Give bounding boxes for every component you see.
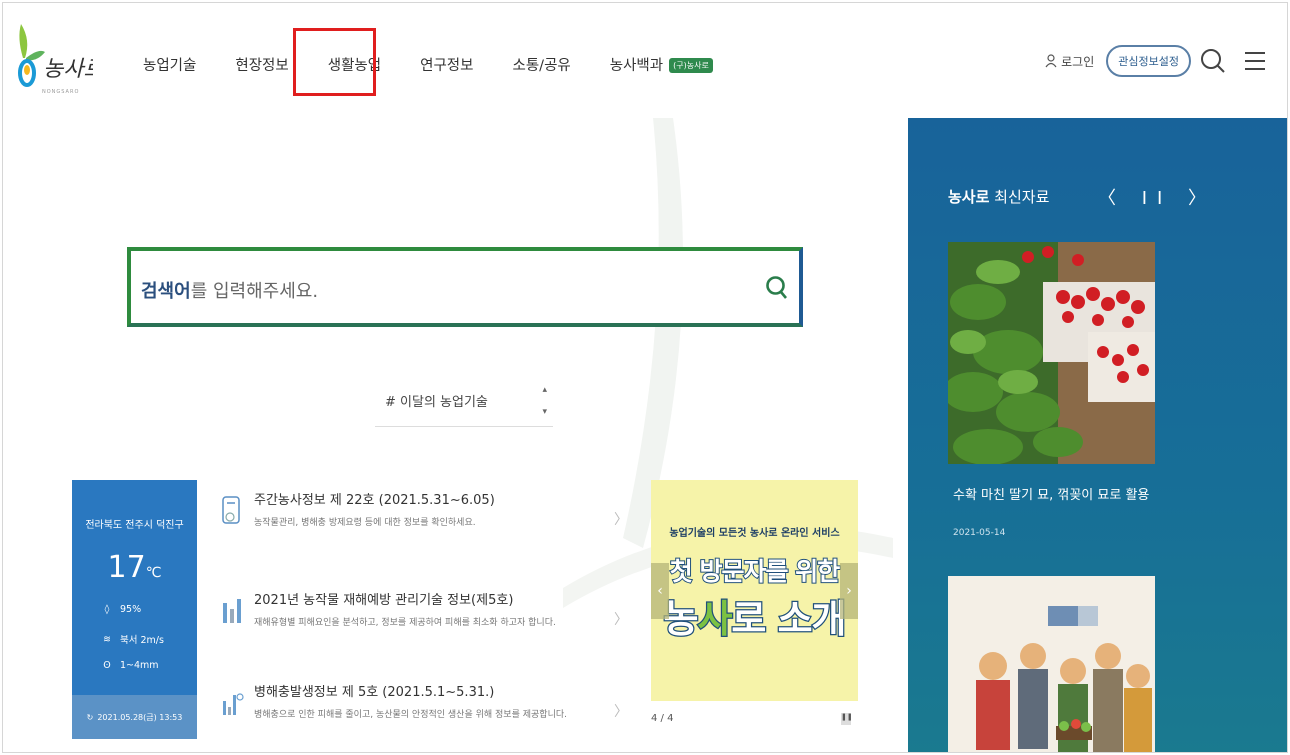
weather-rain: ʘ 1~4mm bbox=[100, 660, 159, 671]
news-desc: 농작물관리, 병해충 방제요령 등에 대한 정보를 확인하세요. bbox=[254, 518, 476, 528]
weather-datetime: 2021.05.28(금) 13:53 bbox=[97, 712, 183, 722]
nongsaro-logo[interactable]: 농사로 bbox=[13, 18, 93, 98]
weather-temperature: 17℃ bbox=[72, 550, 197, 585]
banner-subtitle: 농업기술의 모든것 농사로 온라인 서비스 bbox=[669, 528, 840, 539]
latest-data-title-rest: 최신자료 bbox=[989, 188, 1050, 206]
search-placeholder[interactable]: 검색어를 입력해주세요. bbox=[141, 277, 318, 303]
main-nav: 농업기술 현장정보 생활농업 연구정보 소통/공유 농사백과 (구)농사로 bbox=[143, 50, 713, 78]
news-title: 2021년 농작물 재해예방 관리기술 정보(제5호) bbox=[254, 593, 514, 608]
chevron-right-icon: 〉 bbox=[614, 704, 628, 720]
weekly-report-icon bbox=[222, 496, 240, 524]
banner-prev-button[interactable]: ‹ bbox=[651, 563, 669, 619]
banner-pause-button[interactable]: ❚❚ bbox=[841, 713, 853, 725]
refresh-icon[interactable]: ↻ bbox=[87, 713, 94, 722]
slider-controls[interactable]: 〈 II 〉 bbox=[1098, 184, 1216, 210]
select-arrows-icon[interactable]: ▴ ▾ bbox=[542, 385, 547, 418]
monthly-tech-select[interactable]: # 이달의 농업기술 ▴ ▾ bbox=[375, 381, 553, 427]
banner-next-button[interactable]: › bbox=[840, 563, 858, 619]
weather-datetime-bar: ↻ 2021.05.28(금) 13:53 bbox=[72, 695, 197, 739]
main-search-box[interactable]: 검색어를 입력해주세요. bbox=[127, 247, 803, 327]
banner-pager: 4 / 4 bbox=[651, 713, 674, 724]
monthly-tech-label: # 이달의 농업기술 bbox=[385, 395, 488, 410]
nav-item-field-info[interactable]: 현장정보 bbox=[235, 54, 288, 75]
rain-value: 1~4mm bbox=[120, 660, 159, 671]
wind-icon: ≋ bbox=[103, 633, 111, 645]
page-frame: 농사로 NONGSARO 농업기술 현장정보 생활농업 연구정보 소통/공유 농… bbox=[2, 2, 1288, 753]
svg-text:농사로: 농사로 bbox=[43, 57, 93, 82]
search-placeholder-rest: 를 입력해주세요. bbox=[190, 281, 319, 302]
latest-data-panel: 농사로 최신자료 〈 II 〉 수확 마친 딸기 묘, 꺾꽂이 묘로 활용 20… bbox=[908, 118, 1287, 753]
weather-widget: 전라북도 전주시 덕진구 17℃ ◊ 95% ≋ 북서 2m/s ʘ 1~4mm ↻ 2… bbox=[72, 480, 197, 739]
farmers-illustration[interactable] bbox=[948, 576, 1155, 753]
banner-headline-1: 첫 방문자를 위한 bbox=[669, 556, 841, 587]
news-title: 주간농사정보 제 22호 (2021.5.31~6.05) bbox=[254, 493, 495, 508]
highlight-box bbox=[293, 28, 376, 96]
temperature-unit: ℃ bbox=[145, 565, 162, 581]
nav-item-encyclopedia[interactable]: 농사백과 (구)농사로 bbox=[610, 54, 713, 75]
header-utilities: 로그인 관심정보설정 bbox=[1045, 39, 1287, 83]
chevron-right-icon: 〉 bbox=[614, 512, 628, 528]
search-placeholder-bold: 검색어 bbox=[141, 281, 191, 302]
news-desc: 재해유형별 피해요인을 분석하고, 정보를 제공하여 피해를 최소화 하고자 합… bbox=[254, 618, 556, 628]
interest-settings-button[interactable]: 관심정보설정 bbox=[1106, 45, 1191, 77]
list-item[interactable]: 2021년 농작물 재해예방 관리기술 정보(제5호) 재해유형별 피해요인을 … bbox=[218, 589, 628, 649]
login-label: 로그인 bbox=[1061, 54, 1095, 69]
login-link[interactable]: 로그인 bbox=[1045, 53, 1094, 70]
user-icon bbox=[1045, 54, 1057, 68]
nav-item-community[interactable]: 소통/공유 bbox=[513, 54, 571, 75]
latest-data-caption[interactable]: 수확 마친 딸기 묘, 꺾꽂이 묘로 활용 bbox=[953, 484, 1149, 503]
umbrella-icon: ʘ bbox=[103, 660, 111, 671]
list-item[interactable]: 병해충발생정보 제 5호 (2021.5.1~5.31.) 병해충으로 인한 피… bbox=[218, 681, 628, 741]
news-desc: 병해충으로 인한 피해를 줄이고, 농산물의 안정적인 생산을 위해 정보를 제… bbox=[254, 710, 567, 720]
logo-subtext: NONGSARO bbox=[42, 89, 80, 95]
temperature-value: 17 bbox=[107, 550, 146, 585]
weather-location: 전라북도 전주시 덕진구 bbox=[85, 520, 184, 531]
promo-banner[interactable]: 농업기술의 모든것 농사로 온라인 서비스 첫 방문자를 위한 농사로 소개 ‹… bbox=[651, 480, 858, 701]
nav-item-encyclopedia-label: 농사백과 bbox=[609, 57, 664, 74]
latest-data-title: 농사로 최신자료 bbox=[948, 186, 1049, 207]
list-item[interactable]: 주간농사정보 제 22호 (2021.5.31~6.05) 농작물관리, 병해충… bbox=[218, 489, 628, 549]
banner-headline-2: 농사로 소개 bbox=[651, 588, 858, 643]
weather-wind: ≋ 북서 2m/s bbox=[100, 632, 164, 647]
strawberry-photo[interactable] bbox=[948, 242, 1155, 464]
pest-chart-icon bbox=[223, 693, 244, 715]
hamburger-menu-icon[interactable] bbox=[1243, 49, 1267, 73]
nav-item-research-info[interactable]: 연구정보 bbox=[420, 54, 473, 75]
news-title: 병해충발생정보 제 5호 (2021.5.1~5.31.) bbox=[254, 685, 495, 700]
latest-data-date: 2021-05-14 bbox=[953, 528, 1006, 538]
old-site-badge[interactable]: (구)농사로 bbox=[669, 58, 713, 73]
bar-chart-icon bbox=[223, 599, 241, 623]
humidity-value: 95% bbox=[120, 604, 142, 615]
latest-data-title-bold: 농사로 bbox=[948, 188, 990, 206]
banner-headline-2b: 사 bbox=[696, 596, 733, 643]
nav-item-farm-tech[interactable]: 농업기술 bbox=[143, 54, 196, 75]
search-icon[interactable] bbox=[1199, 47, 1227, 75]
search-submit-icon[interactable] bbox=[765, 275, 789, 301]
weather-humidity: ◊ 95% bbox=[100, 604, 141, 615]
site-header: 농사로 NONGSARO 농업기술 현장정보 생활농업 연구정보 소통/공유 농… bbox=[3, 3, 1287, 115]
banner-headline-2c: 로 소개 bbox=[730, 596, 848, 643]
droplet-icon: ◊ bbox=[104, 604, 110, 615]
chevron-right-icon: 〉 bbox=[614, 612, 628, 628]
wind-value: 북서 2m/s bbox=[120, 635, 164, 646]
